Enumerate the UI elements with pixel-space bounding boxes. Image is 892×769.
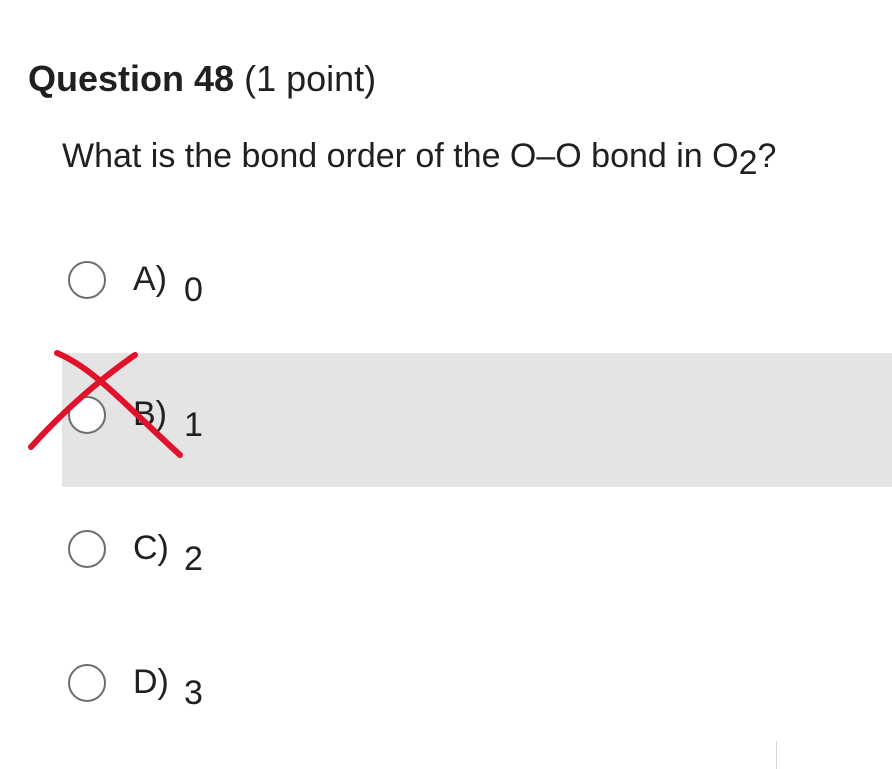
question-title: Question 48 bbox=[28, 58, 235, 99]
answer-option-a[interactable]: A) 0 bbox=[62, 218, 892, 352]
answer-option-c[interactable]: C) 2 bbox=[62, 487, 892, 621]
question-text-end: ? bbox=[757, 137, 777, 175]
option-label-c: C) bbox=[133, 529, 169, 567]
option-label-a: A) bbox=[133, 260, 167, 298]
question-text-main: What is the bond order of the O–O bond i… bbox=[62, 137, 739, 175]
question-header: Question 48 (1 point) bbox=[28, 58, 376, 100]
red-x-mark-icon bbox=[28, 350, 183, 458]
question-points: (1 point) bbox=[244, 58, 377, 99]
answer-option-d[interactable]: D) 3 bbox=[62, 621, 892, 755]
option-label-d: D) bbox=[133, 663, 169, 701]
option-value-d: 3 bbox=[184, 674, 203, 712]
option-value-b: 1 bbox=[184, 406, 203, 444]
radio-button-c[interactable] bbox=[68, 530, 106, 568]
option-value-a: 0 bbox=[184, 271, 203, 309]
question-text-subscript: 2 bbox=[738, 144, 758, 182]
answer-option-b[interactable]: B) 1 bbox=[62, 353, 892, 487]
radio-button-a[interactable] bbox=[68, 261, 106, 299]
option-value-c: 2 bbox=[184, 540, 203, 578]
radio-button-d[interactable] bbox=[68, 664, 106, 702]
divider-line bbox=[776, 741, 777, 769]
question-prompt: What is the bond order of the O–O bond i… bbox=[62, 136, 777, 180]
